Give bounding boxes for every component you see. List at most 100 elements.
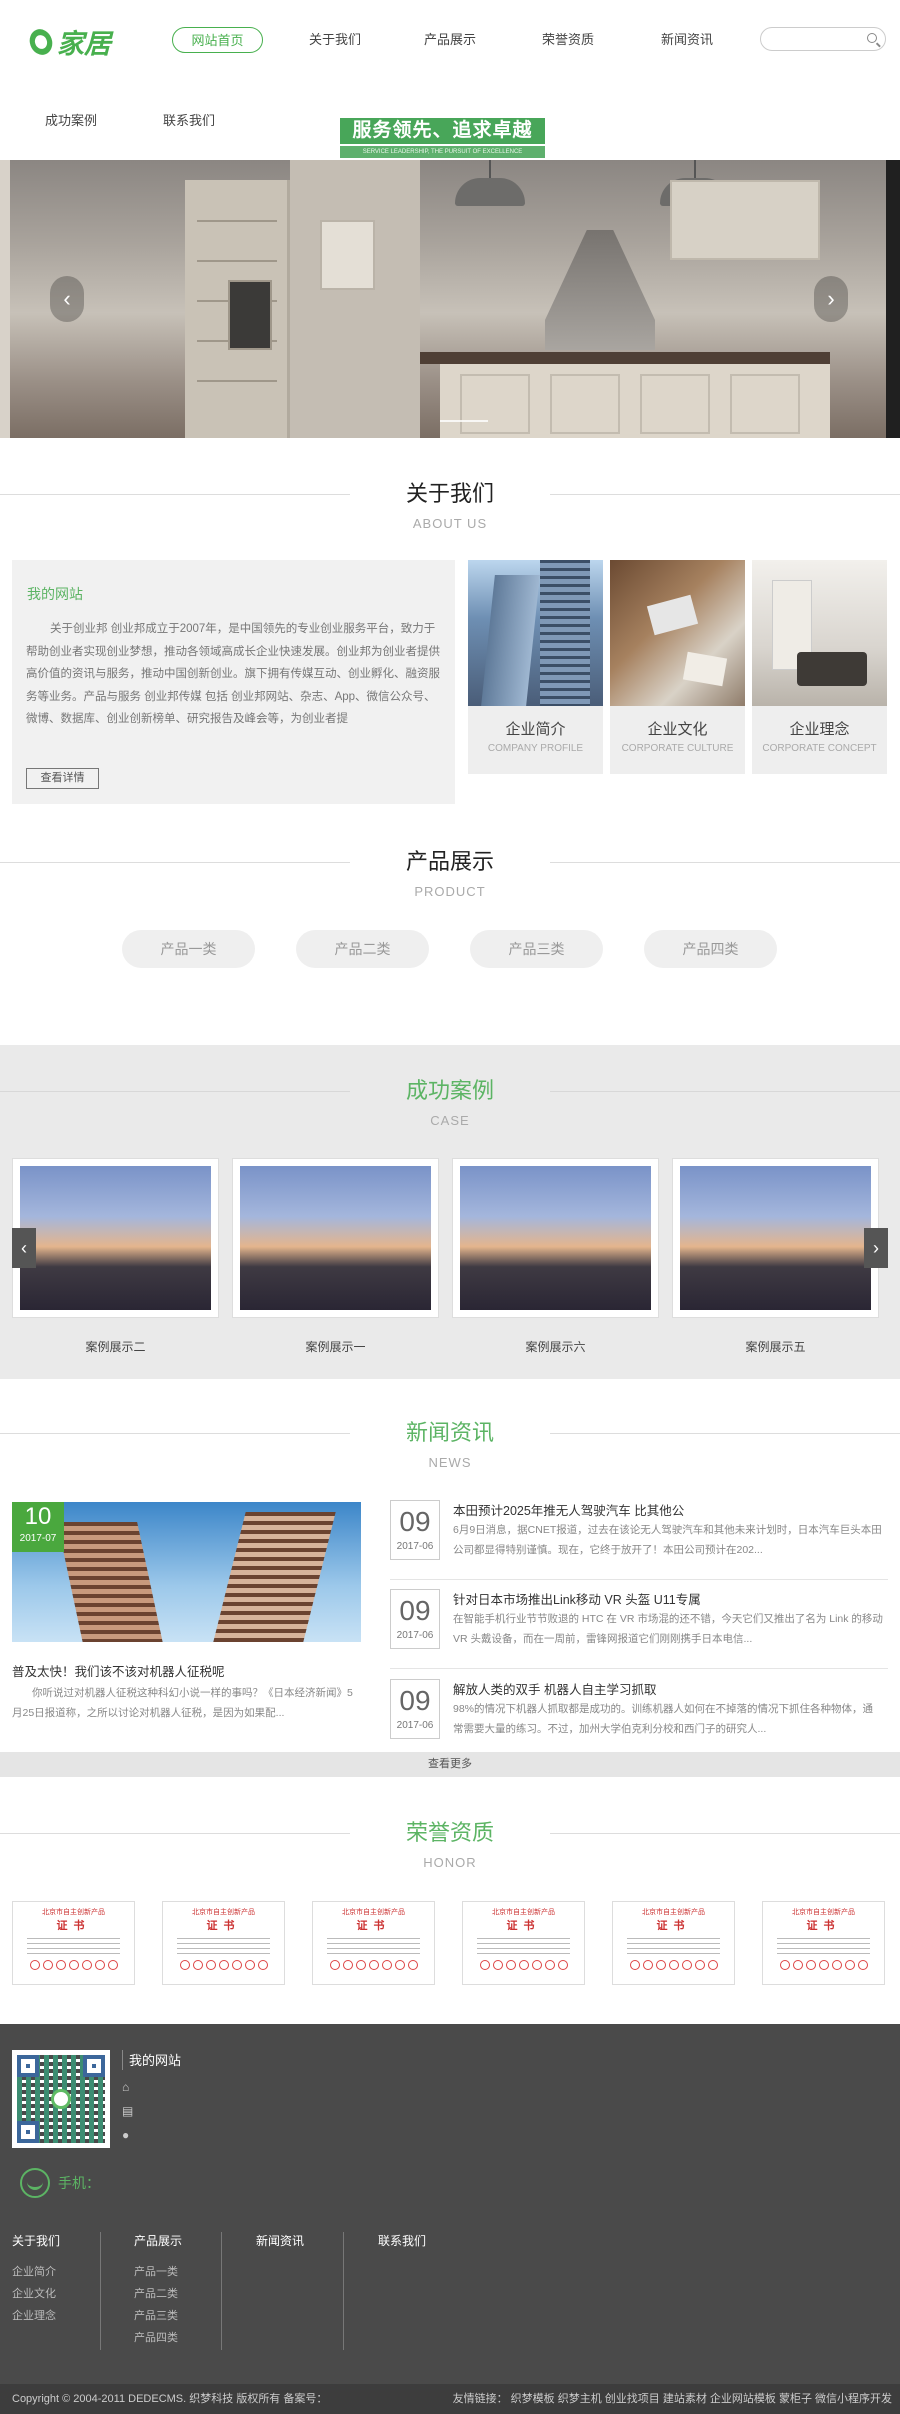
products-subtitle: PRODUCT [414,884,486,899]
wechat-icon [51,2089,71,2109]
banner-indicator[interactable] [440,420,488,422]
about-card-profile[interactable]: 企业简介 COMPANY PROFILE [468,560,603,774]
nav-products[interactable]: 产品展示 [410,27,490,53]
honor-certificate[interactable]: 北京市自主创新产品证书 [162,1901,285,1985]
about-subtitle: ABOUT US [412,516,488,531]
cases-next-button[interactable]: › [864,1228,888,1268]
case-label[interactable]: 案例展示五 [672,1338,879,1355]
search-icon[interactable] [867,33,877,43]
hero-banner [0,160,900,438]
about-card-title: 企业文化 [647,721,708,738]
honor-certificate[interactable]: 北京市自主创新产品证书 [462,1901,585,1985]
cert-word: 证书 [506,1920,541,1932]
footer-col-contact: 联系我们 [378,2232,426,2261]
case-label[interactable]: 案例展示二 [12,1338,219,1355]
copyright: Copyright © 2004-2011 DEDECMS. 织梦科技 版权所有… [12,2393,328,2405]
logo-text: 家居 [57,29,111,60]
honor-certificate[interactable]: 北京市自主创新产品 证书 [762,1901,885,1985]
about-heading: 关于我们 ABOUT US [0,476,900,531]
honor-certificate[interactable]: 北京市自主创新产品 证书 [612,1901,735,1985]
news-lead-image[interactable] [12,1502,361,1642]
cert-title: 北京市自主创新产品 [492,1909,555,1916]
honor-certificate[interactable]: 北京市自主创新产品 证书 [12,1901,135,1985]
banner-next-button[interactable]: › [814,276,848,322]
news-more-button[interactable]: 查看更多 [0,1752,900,1777]
nav-home[interactable]: 网站首页 [172,27,263,53]
footer-col-about: 关于我们 企业简介 企业文化 企业理念 [12,2232,60,2327]
nav-contact[interactable]: 联系我们 [163,110,215,129]
phone-label: 手机： [58,2175,100,2191]
cases-prev-button[interactable]: ‹ [12,1228,36,1268]
friend-links[interactable]: 友情链接： 织梦模板 织梦主机 创业找项目 建站素材 企业网站模板 蒙柜子 微信… [453,2384,892,2414]
case-card[interactable] [452,1158,659,1318]
case-image [460,1166,651,1310]
qr-code [12,2050,110,2148]
about-card-culture[interactable]: 企业文化 CORPORATE CULTURE [610,560,745,774]
news-date-box: 09 2017-06 [390,1589,440,1649]
cert-word: 证书 [206,1920,241,1932]
about-box-title: 我的网站 [27,586,83,602]
case-image [20,1166,211,1310]
footer-link[interactable]: 产品一类 [134,2261,182,2283]
footer-phone: 手机： [20,2168,100,2198]
product-tab-4[interactable]: 产品四类 [644,930,777,968]
news-lead-day: 10 [24,1503,52,1530]
about-text: 关于创业邦 创业邦成立于2007年，是中国领先的专业创业服务平台，致力于帮助创业… [26,623,440,725]
about-box: 我的网站 关于创业邦 创业邦成立于2007年，是中国领先的专业创业服务平台，致力… [12,560,455,804]
logo[interactable]: 家居 [26,22,111,61]
news-item[interactable]: 09 2017-06 解放人类的双手 机器人自主学习抓取 98%的情况下机器人抓取… [390,1679,888,1749]
about-more-button[interactable]: 查看详情 [26,768,99,789]
cert-title: 北京市自主创新产品 [192,1909,255,1916]
footer-link[interactable]: 企业简介 [12,2261,60,2283]
case-card[interactable] [672,1158,879,1318]
news-lead-month: 2017-07 [19,1533,57,1544]
product-tab-1[interactable]: 产品一类 [122,930,255,968]
concept-image [752,560,887,706]
cases-title: 成功案例 [405,1078,494,1103]
footer-col-title[interactable]: 关于我们 [12,2232,60,2249]
cert-word: 证书 [806,1920,841,1932]
news-item-text: 98%的情况下机器人抓取都是成功的。训练机器人如何在不掉落的情况下抓住各种物体，… [453,1703,874,1735]
footer-col-products: 产品展示 产品一类 产品二类 产品三类 产品四类 [134,2232,182,2349]
footer-col-title[interactable]: 新闻资讯 [256,2232,304,2249]
footer-link[interactable]: 产品四类 [134,2327,182,2349]
news-item[interactable]: 09 2017-06 针对日本市场推出Link移动 VR 头盔 U11专属 在智能… [390,1589,888,1669]
news-item-title[interactable]: 解放人类的双手 机器人自主学习抓取 [453,1679,656,1698]
case-label[interactable]: 案例展示六 [452,1338,659,1355]
nav-about[interactable]: 关于我们 [295,27,375,53]
honor-certificate[interactable]: 北京市自主创新产品 证书 [312,1901,435,1985]
nav-cases[interactable]: 成功案例 [45,110,97,129]
nav-honor[interactable]: 荣誉资质 [528,27,608,53]
footer-link[interactable]: 产品三类 [134,2305,182,2327]
footer-link[interactable]: 企业文化 [12,2283,60,2305]
banner-slogan: 服务领先、追求卓越 [340,118,545,144]
banner-prev-button[interactable]: ‹ [50,276,84,322]
news-lead-title[interactable]: 普及太快！我们该不该对机器人征税呢 [12,1661,225,1680]
about-card-subtitle: COMPANY PROFILE [487,743,584,754]
home-icon: ⌂ [122,2080,130,2094]
news-item-title[interactable]: 本田预计2025年推无人驾驶汽车 比其他公 [453,1500,684,1519]
product-tab-3[interactable]: 产品三类 [470,930,603,968]
honor-heading: 荣誉资质 HONOR [0,1815,900,1870]
footer-link[interactable]: 产品二类 [134,2283,182,2305]
honor-subtitle: HONOR [423,1855,477,1870]
product-tab-2[interactable]: 产品二类 [296,930,429,968]
case-image [240,1166,431,1310]
case-card[interactable] [232,1158,439,1318]
news-subtitle: NEWS [428,1455,472,1470]
news-item[interactable]: 09 2017-06 本田预计2025年推无人驾驶汽车 比其他公 6月9日消息，据… [390,1500,888,1580]
cert-title: 北京市自主创新产品 [342,1909,405,1916]
footer-col-title[interactable]: 产品展示 [134,2232,182,2249]
news-date-box: 09 2017-06 [390,1679,440,1739]
news-item-text: 6月9日消息，据CNET报道，过去在该论无人驾驶汽车和其他未来计划时，日本汽车巨… [453,1524,882,1556]
cases-subtitle: CASE [430,1113,470,1128]
search-input[interactable] [760,27,886,51]
about-card-concept[interactable]: 企业理念 CORPORATE CONCEPT [752,560,887,774]
news-item-title[interactable]: 针对日本市场推出Link移动 VR 头盔 U11专属 [453,1589,701,1608]
nav-news[interactable]: 新闻资讯 [647,27,727,53]
case-card[interactable] [12,1158,219,1318]
case-image [680,1166,871,1310]
footer-link[interactable]: 企业理念 [12,2305,60,2327]
footer-col-title[interactable]: 联系我们 [378,2232,426,2249]
case-label[interactable]: 案例展示一 [232,1338,439,1355]
